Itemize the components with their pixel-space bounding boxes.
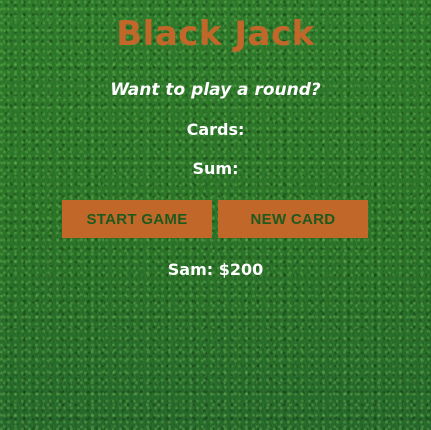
sum-display: Sum:	[192, 159, 239, 178]
game-title: Black Jack	[116, 14, 315, 54]
player-info: Sam: $200	[167, 260, 264, 279]
cards-display: Cards:	[186, 120, 245, 139]
game-container: Black Jack Want to play a round? Cards: …	[0, 0, 431, 430]
button-group: START GAME NEW CARD	[62, 200, 368, 238]
new-card-button[interactable]: NEW CARD	[218, 200, 368, 238]
game-message: Want to play a round?	[110, 80, 321, 100]
start-game-button[interactable]: START GAME	[62, 200, 212, 238]
